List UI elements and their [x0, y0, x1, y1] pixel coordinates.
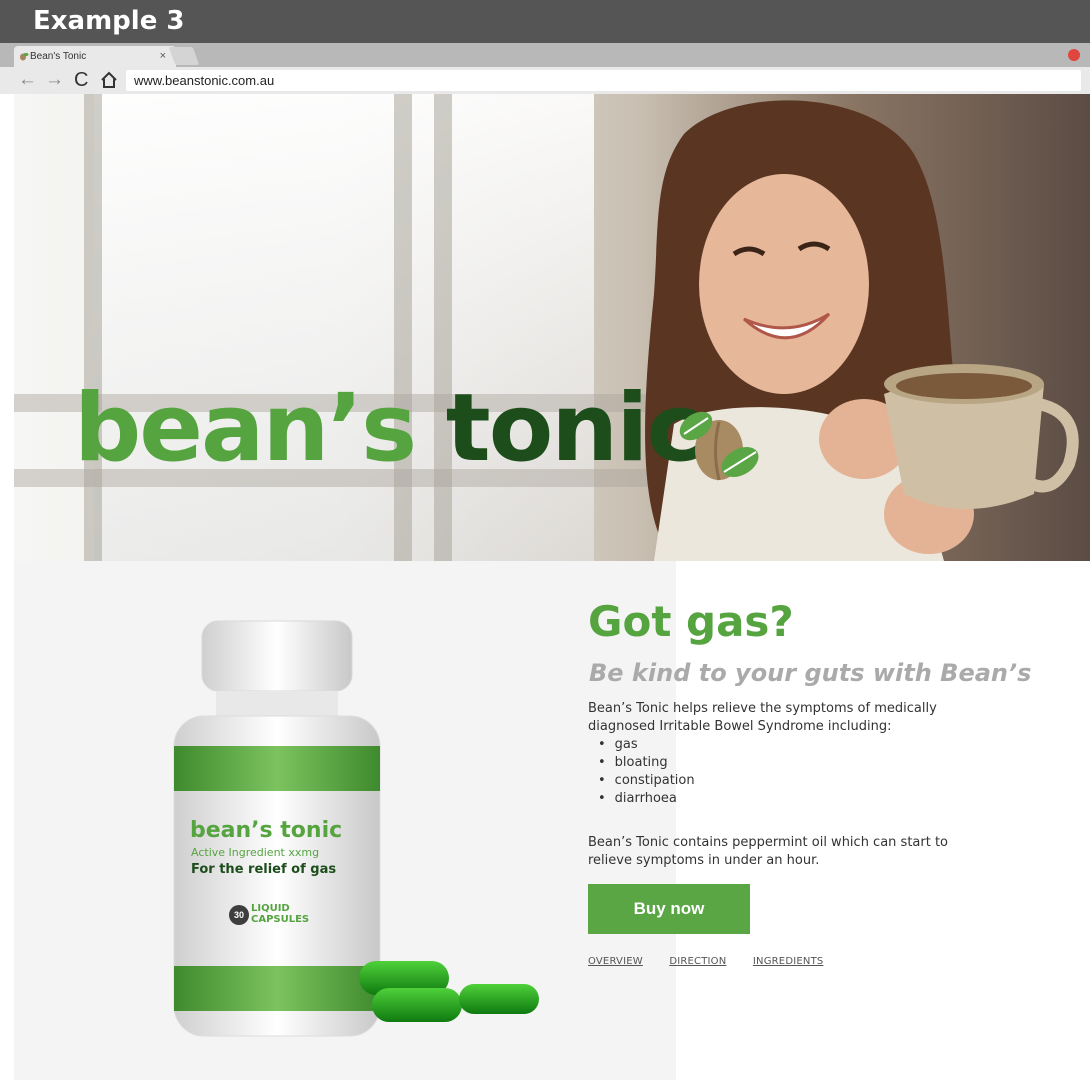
link-direction[interactable]: DIRECTION [669, 956, 726, 967]
product-description: Bean’s Tonic helps relieve the symptoms … [588, 700, 988, 808]
list-item: constipation [598, 772, 988, 790]
reload-icon[interactable]: C [74, 70, 88, 90]
link-overview[interactable]: OVERVIEW [588, 956, 643, 967]
list-item: gas [598, 736, 988, 754]
buy-now-button[interactable]: Buy now [588, 884, 750, 934]
bottle-label-capsules-line1: LIQUID [251, 903, 290, 914]
back-arrow-icon[interactable]: ← [18, 70, 37, 90]
hero-banner: bean’s tonic [14, 94, 1090, 561]
list-item: bloating [598, 754, 988, 772]
symptom-list: gas bloating constipation diarrhoea [598, 736, 988, 808]
bottle-label-count: 30 [229, 905, 249, 925]
logo-word-beans: bean’s [74, 374, 417, 483]
bottle-label-active-ingredient: Active Ingredient xxmg [191, 846, 320, 859]
bottle-label-capsules: LIQUID CAPSULES [251, 903, 331, 925]
address-bar[interactable]: www.beanstonic.com.au [126, 70, 1081, 91]
list-item: diarrhoea [598, 790, 988, 808]
browser-tab-strip: Bean's Tonic × [0, 43, 1090, 67]
hero-window-light [94, 94, 594, 561]
logo-word-tonic: tonic [445, 374, 702, 483]
page-headline: Got gas? [588, 597, 794, 646]
bean-leaf-logo-icon [679, 411, 759, 481]
window-frame [434, 94, 452, 561]
window-frame [394, 94, 412, 561]
home-icon[interactable] [100, 71, 118, 89]
product-intro: Bean’s Tonic helps relieve the symptoms … [588, 701, 937, 734]
window-frame [84, 94, 102, 561]
product-image-panel [14, 561, 676, 1080]
new-tab-button[interactable] [168, 47, 200, 65]
forward-arrow-icon[interactable]: → [45, 70, 64, 90]
browser-toolbar: ← → C www.beanstonic.com.au [0, 67, 1090, 94]
page-subheadline: Be kind to your guts with Bean’s [589, 659, 1032, 687]
example-label: Example 3 [0, 0, 1090, 43]
product-detail: Bean’s Tonic contains peppermint oil whi… [588, 835, 949, 868]
window-close-button[interactable] [1068, 49, 1080, 61]
bottle-label-capsules-line2: CAPSULES [251, 914, 310, 925]
close-icon[interactable]: × [160, 46, 166, 67]
hero-logo-wordmark: bean’s tonic [74, 374, 702, 483]
bean-leaf-icon [20, 52, 29, 61]
browser-tab-title: Bean's Tonic [30, 51, 87, 62]
link-ingredients[interactable]: INGREDIENTS [753, 956, 824, 967]
product-info-links: OVERVIEW DIRECTION INGREDIENTS [588, 951, 845, 969]
browser-tab[interactable]: Bean's Tonic × [14, 46, 176, 67]
bottle-label-relief: For the relief of gas [191, 862, 337, 877]
bottle-label-brand: bean’s tonic [190, 818, 343, 843]
